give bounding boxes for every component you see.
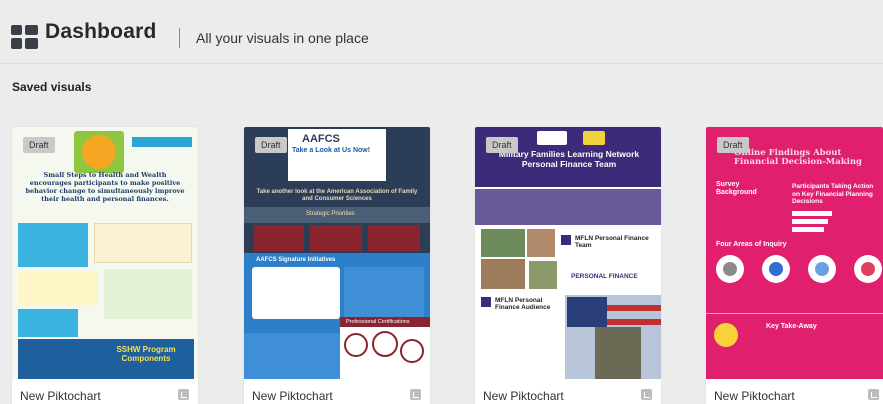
visual-thumbnail[interactable]: Draft Military Families Learning Network… [475, 127, 661, 379]
thumb-section2: MFLN Personal Finance Audience [495, 297, 551, 311]
thumb-headline: Take a Look at Us Now! [292, 147, 371, 154]
visual-card[interactable]: Draft Small Steps to Health and Wealth e… [12, 127, 198, 404]
thumb-heading: Small Steps to Health and Wealth encoura… [25, 171, 185, 203]
visual-thumbnail[interactable]: Draft Online Findings About Financial De… [706, 127, 883, 379]
menu-icon[interactable] [178, 389, 189, 400]
page-subtitle: All your visuals in one place [196, 30, 369, 46]
draft-badge: Draft [486, 137, 518, 153]
draft-badge: Draft [23, 137, 55, 153]
visual-card[interactable]: Draft Military Families Learning Network… [475, 127, 661, 404]
thumb-footer: SSHW Program Components [116, 345, 176, 363]
visual-thumbnail[interactable]: Draft AAFCS Take a Look at Us Now! Take … [244, 127, 430, 379]
thumb-survey: Survey Background [716, 181, 757, 196]
thumb-headline: Online Findings About Financial Decision… [734, 148, 862, 167]
draft-badge: Draft [255, 137, 287, 153]
header-divider [179, 28, 180, 48]
visual-thumbnail[interactable]: Draft Small Steps to Health and Wealth e… [12, 127, 198, 379]
thumb-logo: AAFCS [302, 133, 340, 145]
menu-icon[interactable] [868, 389, 879, 400]
thumb-section1: MFLN Personal Finance Team [575, 235, 649, 249]
thumb-subhead: Take another look at the American Associ… [256, 189, 418, 202]
thumb-takeaway: Key Take-Away [766, 323, 817, 330]
menu-icon[interactable] [641, 389, 652, 400]
visual-card[interactable]: Draft AAFCS Take a Look at Us Now! Take … [244, 127, 430, 404]
thumb-certs: Professional Certifications [346, 319, 410, 325]
page-title: Dashboard [45, 20, 157, 43]
draft-badge: Draft [717, 137, 749, 153]
thumb-inquiry: Four Areas of Inquiry [716, 241, 787, 248]
thumb-participants: Participants Taking Action on Key Financ… [792, 183, 874, 205]
visual-title[interactable]: New Piktochart [714, 389, 795, 403]
visual-card[interactable]: Draft Online Findings About Financial De… [706, 127, 883, 404]
section-label: Saved visuals [12, 80, 92, 94]
thumb-priorities: Strategic Priorities [306, 211, 355, 217]
visual-title[interactable]: New Piktochart [20, 389, 101, 403]
visual-title[interactable]: New Piktochart [483, 389, 564, 403]
page-header: Dashboard All your visuals in one place [0, 0, 883, 64]
dashboard-icon [11, 25, 38, 49]
menu-icon[interactable] [410, 389, 421, 400]
thumb-initiatives: AAFCS Signature Initiatives [256, 257, 336, 263]
visual-title[interactable]: New Piktochart [252, 389, 333, 403]
thumb-brand: PERSONAL FINANCE [571, 273, 638, 280]
